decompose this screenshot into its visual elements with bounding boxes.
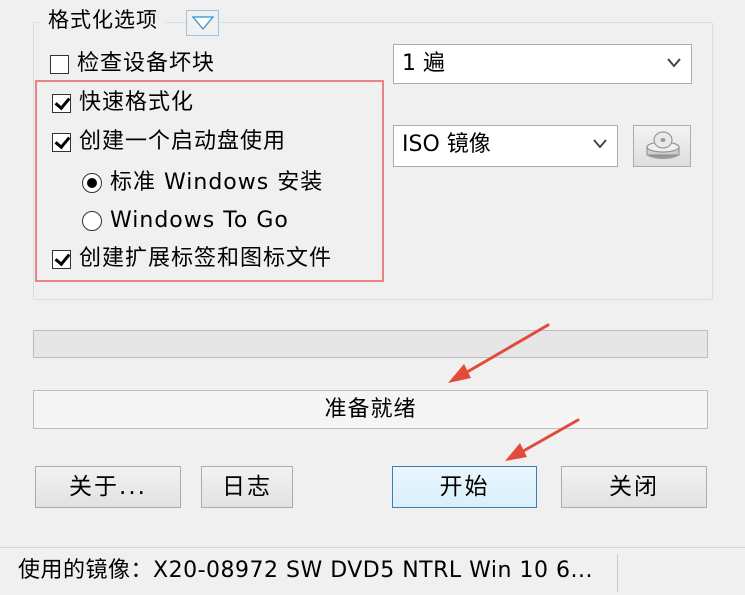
annotation-arrow-progress (448, 323, 550, 383)
annotation-arrows (448, 323, 580, 461)
annotation-arrow-start (505, 418, 580, 461)
